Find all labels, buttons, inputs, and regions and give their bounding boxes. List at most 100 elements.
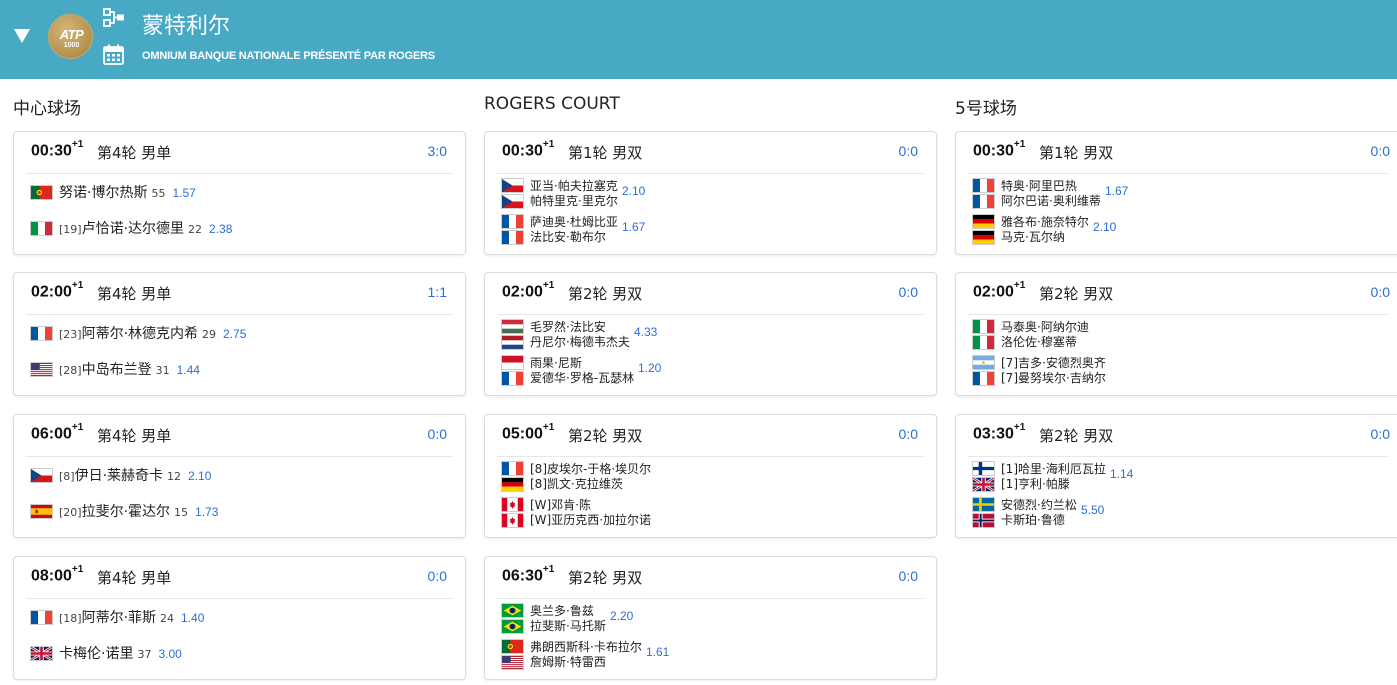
match-time-value: 00:30 — [502, 142, 543, 160]
team-odds[interactable]: 5.50 — [1081, 503, 1104, 517]
match-score[interactable]: 0:0 — [1371, 426, 1390, 442]
team-row[interactable]: 萨迪奥·杜姆比亚 法比安·勒布尔 1.67 — [501, 214, 921, 245]
card-divider — [26, 456, 453, 457]
team-player-name[interactable]: 丹尼尔·梅德韦杰夫 — [530, 333, 630, 350]
team-row[interactable]: 弗朗西斯科·卡布拉尔 詹姆斯·特雷西 1.61 — [501, 639, 921, 670]
match-score[interactable]: 0:0 — [1371, 284, 1390, 300]
match-card[interactable]: 02:00+1 第4轮 男单 1:1 [23] 阿蒂尔·林德克内希 29 2.75 [28] 中… — [13, 272, 466, 396]
team-row[interactable]: [8]皮埃尔-于格·埃贝尔 [8]凯文·克拉维茨 — [501, 461, 921, 492]
player-odds[interactable]: 3.00 — [158, 647, 181, 661]
match-card[interactable]: 00:30+1 第1轮 男双 0:0 亚当·帕夫拉塞克 帕特里克·里克尔 2.10 萨迪奥·… — [484, 131, 937, 255]
match-card[interactable]: 06:30+1 第2轮 男双 0:0 奥兰多·鲁兹 拉斐斯·马托斯 2.20 弗朗西斯科·卡… — [484, 556, 937, 680]
match-score[interactable]: 0:0 — [1371, 143, 1390, 159]
player-odds[interactable]: 2.75 — [223, 327, 246, 341]
player-odds[interactable]: 1.73 — [195, 505, 218, 519]
player-row[interactable]: [8] 伊日·莱赫奇卡 12 2.10 — [30, 460, 450, 490]
team-odds[interactable]: 2.10 — [1093, 220, 1116, 234]
player-odds[interactable]: 1.44 — [177, 363, 200, 377]
player-odds[interactable]: 1.57 — [172, 186, 195, 200]
team-player-name[interactable]: 帕特里克·里克尔 — [530, 192, 618, 209]
match-card[interactable]: 05:00+1 第2轮 男双 0:0 [8]皮埃尔-于格·埃贝尔 [8]凯文·克拉维茨[… — [484, 414, 937, 538]
match-score[interactable]: 0:0 — [899, 568, 918, 584]
match-score[interactable]: 0:0 — [899, 284, 918, 300]
team-player-name[interactable]: 卡斯珀·鲁德 — [1001, 511, 1065, 528]
match-score[interactable]: 0:0 — [428, 568, 447, 584]
triangle-down-icon[interactable] — [14, 29, 30, 43]
player-odds[interactable]: 2.38 — [209, 222, 232, 236]
team-odds[interactable]: 2.10 — [622, 184, 645, 198]
team-row[interactable]: [1]哈里·海利厄瓦拉 [1]亨利·帕滕 1.14 — [972, 461, 1392, 492]
player-odds[interactable]: 1.40 — [181, 611, 204, 625]
match-time-value: 02:00 — [31, 283, 72, 301]
team-row[interactable]: 安德烈·约兰松 卡斯珀·鲁德 5.50 — [972, 497, 1392, 528]
player-name[interactable]: 阿蒂尔·菲斯 — [82, 607, 156, 627]
team-odds[interactable]: 2.20 — [610, 609, 633, 623]
player-name[interactable]: 卢恰诺·达尔德里 — [82, 218, 184, 238]
team-odds[interactable]: 1.14 — [1110, 467, 1133, 481]
team-odds[interactable]: 1.67 — [1105, 184, 1128, 198]
team-row[interactable]: 雅各布·施奈特尔 马克·瓦尔纳 2.10 — [972, 214, 1392, 245]
match-card[interactable]: 02:00+1 第2轮 男双 0:0 毛罗然·法比安 丹尼尔·梅德韦杰夫 4.33 雨果·尼… — [484, 272, 937, 396]
player-name[interactable]: 阿蒂尔·林德克内希 — [82, 323, 198, 343]
team-player-name[interactable]: 洛伦佐·穆塞蒂 — [1001, 333, 1077, 350]
team-player-name[interactable]: [8]凯文·克拉维茨 — [530, 475, 623, 492]
match-time: 05:00+1 — [502, 422, 554, 443]
player-row[interactable]: 卡梅伦·诺里 37 3.00 — [30, 638, 450, 668]
match-card[interactable]: 00:30+1 第4轮 男单 3:0 努诺·博尔热斯 55 1.57 [19] 卢恰诺·达尔德… — [13, 131, 466, 255]
player-row[interactable]: [28] 中岛布兰登 31 1.44 — [30, 354, 450, 384]
team-row[interactable]: [7]吉多·安德烈奥齐 [7]曼努埃尔·吉纳尔 — [972, 355, 1392, 386]
team-player-name[interactable]: 法比安·勒布尔 — [530, 228, 606, 245]
team-player-name[interactable]: 詹姆斯·特雷西 — [530, 653, 606, 670]
match-score[interactable]: 0:0 — [428, 426, 447, 442]
player-row[interactable]: 努诺·博尔热斯 55 1.57 — [30, 177, 450, 207]
player-name[interactable]: 卡梅伦·诺里 — [59, 643, 133, 663]
match-card[interactable]: 08:00+1 第4轮 男单 0:0 [18] 阿蒂尔·菲斯 24 1.40 卡梅伦·诺里 37… — [13, 556, 466, 680]
match-card[interactable]: 06:00+1 第4轮 男单 0:0 [8] 伊日·莱赫奇卡 12 2.10 [20] 拉斐尔·… — [13, 414, 466, 538]
germany-flag-icon — [972, 214, 995, 229]
card-divider — [497, 314, 924, 315]
match-score[interactable]: 0:0 — [899, 426, 918, 442]
calendar-icon[interactable] — [103, 44, 124, 65]
match-time-value: 03:30 — [973, 425, 1014, 443]
team-player-name[interactable]: 拉斐斯·马托斯 — [530, 617, 606, 634]
match-round: 第2轮 男双 — [1039, 285, 1114, 303]
player-odds[interactable]: 2.10 — [188, 469, 211, 483]
player-entry: [28] 中岛布兰登 31 1.44 — [59, 359, 200, 379]
team-row[interactable]: 特奥·阿里巴热 阿尔巴诺·奥利维蒂 1.67 — [972, 178, 1392, 209]
team-odds[interactable]: 1.67 — [622, 220, 645, 234]
player-row[interactable]: [23] 阿蒂尔·林德克内希 29 2.75 — [30, 318, 450, 348]
player-row[interactable]: [19] 卢恰诺·达尔德里 22 2.38 — [30, 213, 450, 243]
team-odds[interactable]: 1.61 — [646, 645, 669, 659]
match-score[interactable]: 1:1 — [428, 284, 447, 300]
team-player-name[interactable]: [7]曼努埃尔·吉纳尔 — [1001, 369, 1106, 386]
team-row[interactable]: [W]邓肯·陈 [W]亚历克西·加拉尔诺 — [501, 497, 921, 528]
player-row[interactable]: [20] 拉斐尔·霍达尔 15 1.73 — [30, 496, 450, 526]
team-row[interactable]: 毛罗然·法比安 丹尼尔·梅德韦杰夫 4.33 — [501, 319, 921, 350]
team-odds[interactable]: 4.33 — [634, 325, 657, 339]
match-score[interactable]: 3:0 — [428, 143, 447, 159]
team-player-name[interactable]: [W]亚历克西·加拉尔诺 — [530, 511, 651, 528]
team-row[interactable]: 雨果·尼斯 爱德华·罗格-瓦瑟林 1.20 — [501, 355, 921, 386]
team-player-name[interactable]: 阿尔巴诺·奥利维蒂 — [1001, 192, 1101, 209]
player-name[interactable]: 努诺·博尔热斯 — [59, 182, 147, 202]
player-entry: [23] 阿蒂尔·林德克内希 29 2.75 — [59, 323, 246, 343]
player-name[interactable]: 拉斐尔·霍达尔 — [82, 501, 170, 521]
team-row[interactable]: 马泰奥·阿纳尔迪 洛伦佐·穆塞蒂 — [972, 319, 1392, 350]
team-odds[interactable]: 1.20 — [638, 361, 661, 375]
bracket-icon[interactable] — [103, 8, 125, 28]
team-row[interactable]: 奥兰多·鲁兹 拉斐斯·马托斯 2.20 — [501, 603, 921, 634]
argentina-flag-icon — [972, 355, 995, 370]
player-name[interactable]: 伊日·莱赫奇卡 — [75, 465, 163, 485]
team-player-name[interactable]: 马克·瓦尔纳 — [1001, 228, 1065, 245]
match-card[interactable]: 00:30+1 第1轮 男双 0:0 特奥·阿里巴热 阿尔巴诺·奥利维蒂 1.67 雅各布·… — [955, 131, 1397, 255]
match-card[interactable]: 02:00+1 第2轮 男双 0:0 马泰奥·阿纳尔迪 洛伦佐·穆塞蒂 [7]吉多·安德烈… — [955, 272, 1397, 396]
france-flag-icon — [501, 461, 524, 476]
player-name[interactable]: 中岛布兰登 — [82, 359, 152, 379]
player-row[interactable]: [18] 阿蒂尔·菲斯 24 1.40 — [30, 602, 450, 632]
team-player-name[interactable]: [1]亨利·帕滕 — [1001, 475, 1070, 492]
player-entry: [18] 阿蒂尔·菲斯 24 1.40 — [59, 607, 204, 627]
team-row[interactable]: 亚当·帕夫拉塞克 帕特里克·里克尔 2.10 — [501, 178, 921, 209]
match-card[interactable]: 03:30+1 第2轮 男双 0:0 [1]哈里·海利厄瓦拉 [1]亨利·帕滕 1.14 安… — [955, 414, 1397, 538]
match-score[interactable]: 0:0 — [899, 143, 918, 159]
team-player-name[interactable]: 爱德华·罗格-瓦瑟林 — [530, 369, 634, 386]
